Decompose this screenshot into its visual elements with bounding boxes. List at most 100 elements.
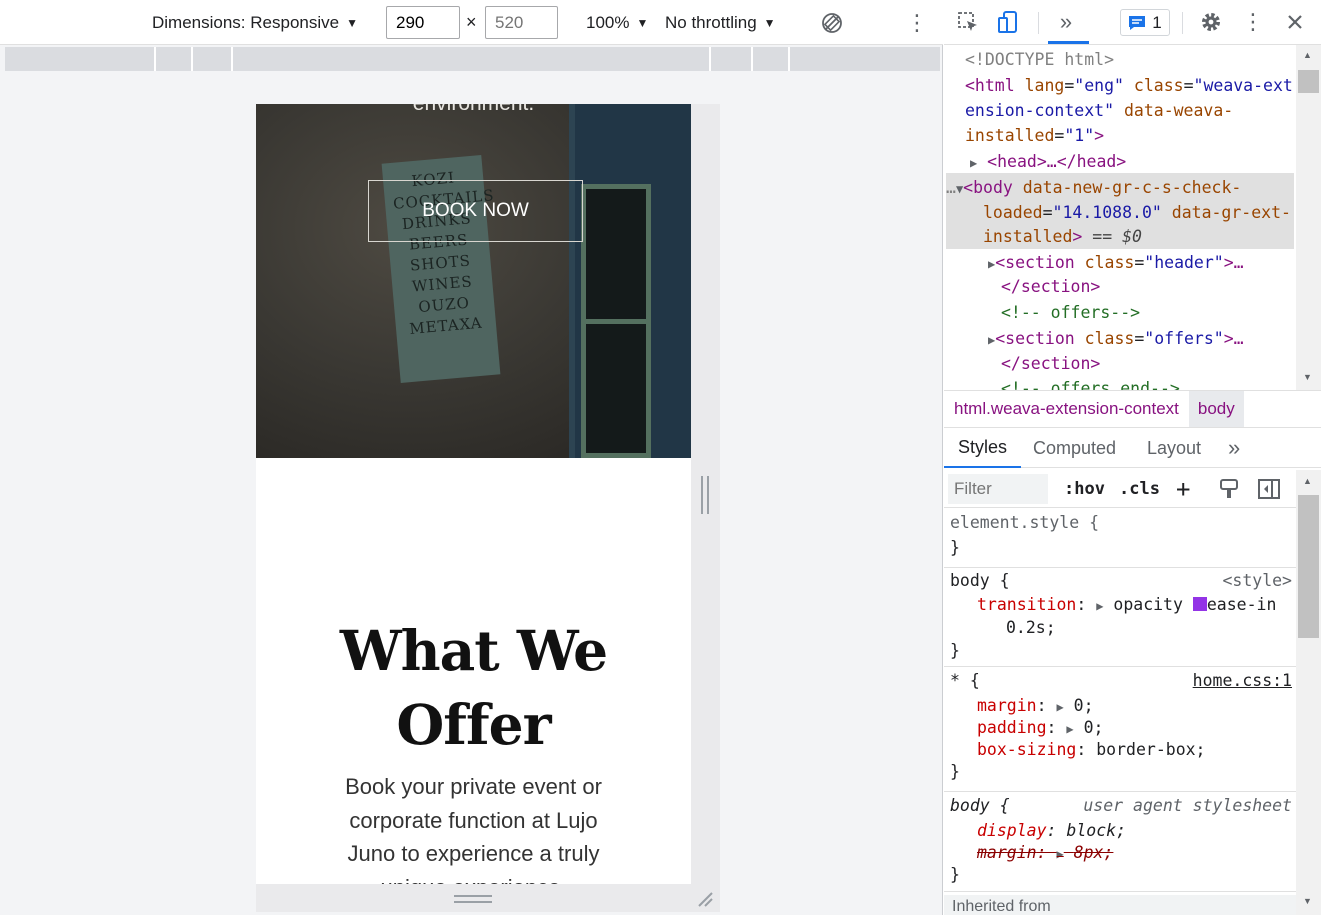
breadcrumb-html[interactable]: html.weava-extension-context <box>944 391 1189 427</box>
emulated-viewport: KOZI COCKTAILS DRINKS BEERS SHOTS WINES … <box>256 104 691 884</box>
cls-button[interactable]: .cls <box>1119 470 1160 508</box>
scroll-down-icon[interactable]: ▼ <box>1303 896 1312 906</box>
close-icon[interactable] <box>1281 8 1309 36</box>
book-now-button[interactable]: BOOK NOW <box>368 180 583 242</box>
tree-scrollbar[interactable] <box>1296 45 1321 390</box>
ellipsis-icon[interactable]: … <box>946 178 956 197</box>
property-value: block; <box>1066 821 1127 840</box>
body-node-cont: loaded="14.1088.0" data-gr-ext- <box>983 203 1291 222</box>
styles-pane[interactable]: element.style { } body { <style> transit… <box>944 509 1296 915</box>
property-name: margin <box>977 843 1037 862</box>
attr-name: loaded <box>983 203 1043 222</box>
property-name: padding <box>977 718 1047 737</box>
tab-styles[interactable]: Styles <box>944 428 1022 468</box>
styles-scrollbar-thumb[interactable] <box>1298 495 1319 638</box>
rule-universal[interactable]: * { home.css:1 margin: ▶ 0; padding: ▶ 0… <box>944 667 1296 792</box>
head-node[interactable]: ▶ <head>…</head> <box>970 149 1126 177</box>
styles-filter-input[interactable] <box>948 474 1048 504</box>
expand-triangle-icon[interactable]: ▶ <box>1056 700 1063 714</box>
property-name: transition <box>977 595 1077 614</box>
property-value: opacity <box>1113 595 1183 614</box>
attr-name: class <box>1084 253 1135 272</box>
height-input[interactable] <box>485 6 558 39</box>
section-offers-node[interactable]: ▶<section class="offers">… <box>988 326 1244 354</box>
doctype-node[interactable]: <!DOCTYPE html> <box>965 47 1114 73</box>
expand-triangle-icon[interactable]: ▶ <box>1056 847 1063 861</box>
toolbar-divider <box>1182 12 1183 34</box>
breadcrumb-body[interactable]: body <box>1188 391 1244 427</box>
attr-name: data-gr-ext- <box>1171 203 1291 222</box>
scroll-up-icon[interactable]: ▲ <box>1303 50 1312 60</box>
rule-close: } <box>950 762 960 781</box>
offer-title: What We Offer <box>339 618 608 757</box>
selector: element.style { <box>950 513 1100 532</box>
tab-layout[interactable]: Layout <box>1147 428 1201 468</box>
attr-name: lang <box>1024 76 1065 95</box>
zoom-dropdown[interactable]: 100% ▼ <box>586 0 648 45</box>
html-node-cont: ension-context" data-weava- <box>965 98 1233 124</box>
html-node[interactable]: <html lang="eng" class="weava-ext <box>965 73 1293 99</box>
hov-button[interactable]: :hov <box>1064 470 1105 508</box>
attr-value: ension-context" <box>965 101 1115 120</box>
device-toggle-icon[interactable] <box>994 8 1022 36</box>
throttling-dropdown[interactable]: No throttling ▼ <box>665 0 776 45</box>
more-options-icon[interactable]: ⋮ <box>906 0 928 45</box>
dimensions-dropdown[interactable]: Dimensions: Responsive ▼ <box>152 0 358 45</box>
declaration-margin[interactable]: margin: ▶ 0; <box>977 695 1094 719</box>
declaration-transition[interactable]: transition: ▶ opacity ease-in <box>977 594 1276 618</box>
media-query-bar[interactable] <box>5 47 940 71</box>
property-name: display <box>977 821 1047 840</box>
easing-swatch-icon[interactable] <box>1192 597 1207 611</box>
caret-down-icon: ▼ <box>763 15 776 30</box>
more-tabs-icon[interactable]: » <box>1052 8 1080 36</box>
throttling-label: No throttling <box>665 12 757 32</box>
comment-node[interactable]: <!-- offers end--> <box>1001 376 1180 390</box>
body-node[interactable]: …▼<body data-new-gr-c-s-check- <box>946 175 1241 203</box>
inspect-element-icon[interactable] <box>954 8 982 36</box>
expand-triangle-icon[interactable]: ▶ <box>1066 722 1073 736</box>
scroll-up-icon[interactable]: ▲ <box>1303 476 1312 486</box>
settings-gear-icon[interactable] <box>1197 8 1225 36</box>
elements-tree[interactable]: <!DOCTYPE html> <html lang="eng" class="… <box>944 45 1296 390</box>
tree-scrollbar-thumb[interactable] <box>1298 70 1319 93</box>
rule-element-style[interactable]: element.style { } <box>944 509 1296 568</box>
comment-node[interactable]: <!-- offers--> <box>1001 300 1140 326</box>
customize-menu-icon[interactable]: ⋮ <box>1239 8 1267 36</box>
inherited-from-header: Inherited from <box>944 895 1296 915</box>
selector: body { <box>950 571 1010 590</box>
resize-right-handle[interactable] <box>701 476 709 514</box>
paint-brush-icon[interactable] <box>1218 470 1240 508</box>
more-tabs-icon[interactable]: » <box>1228 428 1240 468</box>
issues-count: 1 <box>1152 12 1162 32</box>
rule-source[interactable]: <style> <box>1222 570 1292 593</box>
attr-name: class <box>1084 329 1135 348</box>
expand-triangle-icon[interactable]: ▶ <box>970 156 977 170</box>
issues-badge[interactable]: 1 <box>1120 9 1170 36</box>
property-value: 0.2s; <box>1006 618 1056 637</box>
declaration-box-sizing[interactable]: box-sizing: border-box; <box>977 739 1206 762</box>
rotate-icon[interactable] <box>820 0 844 45</box>
rule-body-style[interactable]: body { <style> transition: ▶ opacity eas… <box>944 568 1296 667</box>
new-rule-plus-icon[interactable]: + <box>1176 470 1190 508</box>
expand-triangle-icon[interactable]: ▶ <box>1096 599 1103 613</box>
width-input[interactable] <box>386 6 460 39</box>
resize-corner-icon[interactable] <box>696 890 714 908</box>
message-icon <box>1129 15 1146 30</box>
toggle-sidebar-icon[interactable] <box>1258 470 1280 508</box>
rule-user-agent[interactable]: body { user agent stylesheet display: bl… <box>944 792 1296 892</box>
caret-down-icon: ▼ <box>636 15 649 30</box>
tag-text: <body <box>963 178 1013 197</box>
declaration-padding[interactable]: padding: ▶ 0; <box>977 717 1103 741</box>
rule-source-link[interactable]: home.css:1 <box>1193 670 1292 693</box>
resize-bottom-handle[interactable] <box>454 895 492 903</box>
property-value: 0; <box>1083 718 1104 737</box>
property-name: margin <box>977 696 1037 715</box>
rule-close: } <box>950 641 960 660</box>
active-tab-indicator <box>1048 41 1089 44</box>
scroll-down-icon[interactable]: ▼ <box>1303 372 1312 382</box>
rule-source: user agent stylesheet <box>1083 796 1292 815</box>
tab-computed[interactable]: Computed <box>1033 428 1116 468</box>
styles-toolbar: :hov .cls + <box>944 470 1296 508</box>
body-node-cont: installed> == $0 <box>983 227 1142 246</box>
hero-image: KOZI COCKTAILS DRINKS BEERS SHOTS WINES … <box>256 104 691 458</box>
